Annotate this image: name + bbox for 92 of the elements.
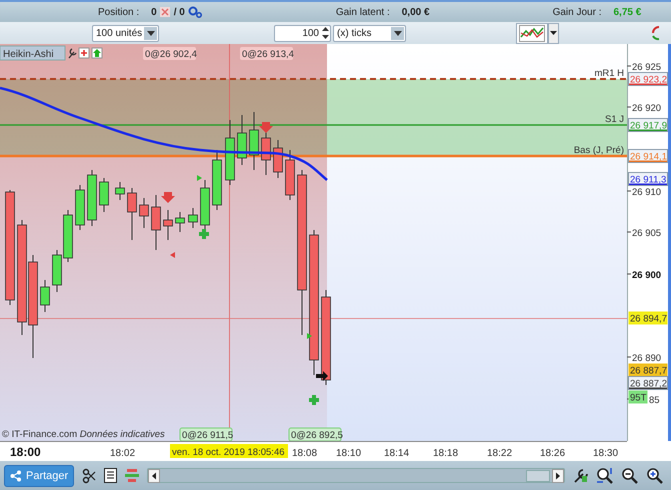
candle: [40, 280, 50, 312]
dropdown-button[interactable]: [548, 22, 559, 44]
gain-latent-value: 0,00 €: [402, 6, 430, 18]
cursor-time-label: ven. 18 oct. 2019 18:05:46: [170, 444, 288, 458]
time-axis-label: 18:00: [10, 445, 41, 459]
caret-icon: [550, 31, 557, 35]
level-label: mR1 H: [594, 68, 624, 79]
price-axis-label: 26 925: [632, 62, 662, 73]
position-value: 0: [151, 6, 157, 18]
caret-icon: [394, 30, 402, 36]
level-label: Bas (J, Pré): [574, 145, 624, 156]
candle: [139, 198, 149, 228]
candle: [127, 188, 137, 240]
zoom-fit-icon[interactable]: [596, 467, 614, 484]
time-axis-label: 18:18: [433, 448, 458, 459]
candle: [75, 184, 85, 230]
gain-jour-value: 6,75 €: [613, 6, 642, 18]
candle: [63, 210, 73, 262]
level-label: S1 J: [604, 114, 624, 125]
price-tag: 26 923,2: [628, 72, 668, 86]
quantity-select[interactable]: 100 unités: [92, 24, 159, 42]
scissors-icon[interactable]: [82, 468, 96, 484]
price-axis-label: 26 905: [632, 228, 662, 239]
gain-latent-label: Gain latent :: [336, 6, 390, 18]
right-arrow-icon: [316, 371, 328, 381]
price-tag: 26 917,9: [628, 118, 668, 132]
wrench-icon[interactable]: [573, 468, 588, 484]
candle: [237, 114, 247, 166]
chart-style-label[interactable]: Heikin-Ashi: [0, 46, 66, 60]
price-axis-label: 26 900: [632, 270, 662, 281]
position-total: / 0: [174, 6, 185, 18]
up-arrow-icon[interactable]: [92, 48, 102, 58]
triangle-icon: [170, 252, 175, 258]
price-axis-label: 85: [649, 395, 660, 406]
candle: [175, 212, 185, 232]
candle: [115, 182, 125, 200]
down-arrow-icon: [161, 192, 175, 203]
price-tag: 26 914,1: [628, 149, 668, 163]
price-axis-label: 26 920: [632, 103, 662, 114]
chart-type-button[interactable]: [516, 22, 548, 44]
candle: [87, 170, 97, 226]
candle: [285, 150, 295, 200]
down-arrow-icon: [259, 122, 273, 133]
candle: [188, 208, 198, 228]
time-axis-label: 18:22: [487, 448, 512, 459]
gears-icon[interactable]: [188, 6, 202, 18]
zoom-in-icon[interactable]: [646, 467, 664, 484]
unit-select[interactable]: (x) ticks: [333, 24, 406, 42]
cross-icon: [309, 395, 319, 405]
order-label: 0@26 892,5: [288, 428, 343, 441]
price-tag: 95T: [628, 390, 648, 404]
cross-icon: [199, 229, 209, 239]
share-icon: [10, 470, 22, 482]
candle: [52, 250, 62, 292]
scroll-thumb[interactable]: [526, 470, 550, 482]
order-label: 0@26 913,4: [240, 47, 294, 60]
candle: [163, 210, 173, 240]
order-label: 0@26 902,4: [143, 47, 197, 60]
time-axis-label: 18:10: [336, 448, 362, 459]
triangle-icon: [197, 175, 202, 181]
price-tag: 26 887,2: [628, 376, 668, 390]
time-axis-label: 18:14: [384, 448, 410, 459]
offset-field[interactable]: 100: [274, 24, 331, 42]
candle: [249, 112, 259, 170]
candle: [212, 150, 222, 210]
price-tag: 26 887,7: [628, 364, 668, 376]
price-tag: 26 911,3: [628, 172, 668, 186]
zoom-out-icon[interactable]: [621, 467, 638, 484]
price-axis-label: 26 910: [632, 187, 662, 198]
candle: [151, 194, 161, 250]
candle: [273, 140, 283, 178]
wrench-icon[interactable]: [68, 48, 77, 59]
time-axis-label: 18:08: [292, 448, 318, 459]
time-axis-label: 18:26: [540, 448, 566, 459]
list-icon[interactable]: [104, 468, 118, 483]
time-axis-label: 18:02: [110, 448, 136, 459]
price-axis-label: 26 890: [632, 353, 662, 364]
spinner-icon: [321, 26, 330, 40]
position-label: Position :: [98, 6, 140, 18]
candle: [225, 120, 235, 186]
candle: [99, 178, 109, 212]
candle: [261, 130, 271, 176]
data-notice: © IT-Finance.com Données indicatives: [2, 428, 166, 441]
scrollbar[interactable]: [147, 468, 566, 483]
price-tag: 26 894,7: [628, 312, 668, 324]
triangle-icon: [307, 333, 312, 339]
order-label: 0@26 911,5: [180, 428, 234, 441]
gain-jour-label: Gain Jour :: [552, 6, 602, 18]
chart-icon: [519, 24, 545, 42]
caret-icon: [146, 30, 154, 36]
add-icon[interactable]: [78, 48, 90, 58]
time-axis-label: 18:30: [593, 448, 618, 459]
